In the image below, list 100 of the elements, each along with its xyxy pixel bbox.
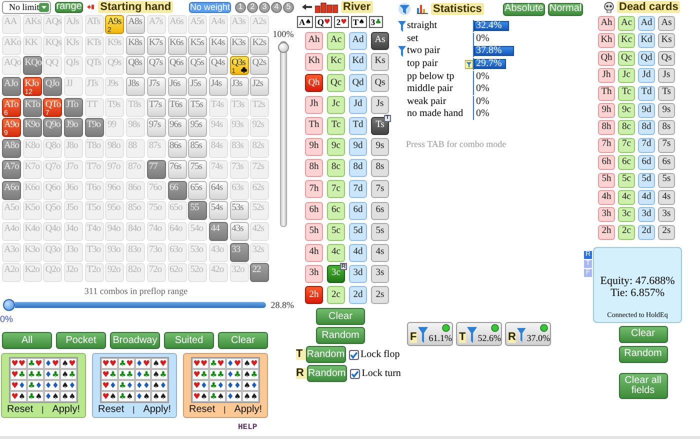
card-button[interactable]: Qd [349,74,367,92]
range-button[interactable]: All [2,332,52,350]
hand-cell[interactable]: K9o [22,118,42,138]
card-button[interactable]: Ac [618,16,635,31]
reset-link[interactable]: Reset [98,405,124,416]
dead-cards-button[interactable]: Clear all fields [618,372,668,399]
board-button[interactable]: Clear [316,308,365,326]
card-button[interactable]: 4h [305,244,323,262]
card-button[interactable]: Jd [638,68,655,84]
checkbox[interactable] [348,350,359,360]
card-button[interactable]: 9d [638,102,655,118]
card-button[interactable]: Kc [327,53,345,72]
suit-combo-cell[interactable]: ♠♣ [151,369,168,380]
hand-cell[interactable]: 77 [146,160,166,179]
weight-button[interactable]: 5 [283,2,294,12]
card-button[interactable]: 3s [371,265,389,284]
card-button[interactable]: 8h [598,120,615,136]
hand-cell[interactable]: 97s [146,118,166,138]
card-button[interactable]: 7s [371,180,389,198]
suit-combo-cell[interactable]: ♥♥ [10,358,27,370]
card-button[interactable]: 5s [371,222,389,241]
card-button[interactable]: Td [349,116,367,135]
card-button[interactable]: 2h [598,224,615,240]
hand-cell[interactable]: 22 [250,263,270,282]
street-filter-button[interactable]: R 37.0% [505,322,551,346]
card-button[interactable]: Jc [618,68,635,84]
card-button[interactable]: 5h [305,222,323,241]
hand-cell[interactable]: 96s [168,118,186,138]
hand-cell[interactable]: 64s [208,180,228,200]
dead-cards-button[interactable]: Clear [618,326,668,343]
card-button[interactable]: Qs [658,50,675,66]
card-button[interactable]: 2d [349,286,367,304]
hand-cell[interactable]: K7s [146,36,166,55]
suit-combo-cell[interactable]: ♥♥ [192,358,209,370]
slider-thumb[interactable] [278,42,289,53]
card-button[interactable]: 4s [371,244,389,262]
range-button[interactable]: range [55,2,83,12]
suit-combo-cell[interactable]: ♦♦ [226,380,242,392]
card-button[interactable]: Qd [638,50,655,66]
card-button[interactable]: 7d [349,180,367,198]
suit-combo-cell[interactable]: ♥♣ [192,369,209,380]
random-button[interactable]: Random [306,346,346,364]
card-button[interactable]: Kd [349,53,367,72]
suit-combo-cell[interactable]: ♦♥ [44,358,60,370]
mode-button[interactable]: Absolute [503,2,545,16]
card-button[interactable]: Ad [638,16,655,31]
dead-cards-button[interactable]: Random [618,346,668,363]
suit-combo-cell[interactable]: ♣♦ [118,380,134,392]
suit-combo-cell[interactable]: ♣♠ [118,391,134,402]
weight-button[interactable]: 3 [259,2,270,12]
hand-cell[interactable]: 54s [208,201,228,220]
hand-cell[interactable]: KTo [22,98,42,117]
hand-cell[interactable]: Q6s [168,56,186,76]
hand-cell[interactable]: K6s [168,36,186,55]
hand-cell[interactable]: 85s [188,139,208,158]
card-button[interactable]: 9d [349,138,367,156]
hand-cell[interactable]: A6o [2,180,21,200]
card-button[interactable]: As [658,16,675,31]
card-button[interactable]: 5d [349,222,367,241]
suit-combo-cell[interactable]: ♦♣ [44,369,60,380]
suit-combo-cell[interactable]: ♦♦ [134,380,152,392]
suit-combo-cell[interactable]: ♥♠ [10,391,27,402]
card-button[interactable]: 6s [371,202,389,220]
suit-combo-cell[interactable]: ♠♦ [151,380,168,392]
hand-cell[interactable]: K3s [230,36,249,55]
apply-link[interactable]: Apply! [234,405,262,416]
card-button[interactable]: Qh [598,50,615,66]
card-button[interactable]: 8c [327,159,345,178]
hand-cell[interactable]: 44 [208,222,228,241]
card-button[interactable]: 8c [618,120,635,136]
range-button[interactable]: Suited [164,332,214,350]
range-button[interactable]: Broadway [110,332,160,350]
suit-combo-cell[interactable]: ♣♣ [118,369,134,380]
hand-cell[interactable]: Q8s [126,56,146,76]
suit-combo-cell[interactable]: ♦♣ [226,369,242,380]
hand-cell[interactable]: 65s [188,180,208,200]
card-button[interactable]: 9h [305,138,323,156]
card-button[interactable]: Jh [305,96,323,114]
card-button[interactable]: Jh [598,68,615,84]
hand-cell[interactable]: 75s [188,160,208,179]
card-button[interactable]: Ks [658,33,675,48]
hand-cell[interactable]: QJo [43,77,62,96]
hand-cell[interactable]: J4s [208,77,228,96]
suit-combo-cell[interactable]: ♠♥ [60,358,77,370]
card-button[interactable]: Js [658,68,675,84]
suit-combo-cell[interactable]: ♠♠ [242,391,259,402]
hand-cell[interactable]: 43s [230,222,249,241]
card-button[interactable]: 9s [658,102,675,118]
suit-combo-cell[interactable]: ♣♠ [208,391,226,402]
card-button[interactable]: 4c [327,244,345,262]
card-button[interactable]: Kc [618,33,635,48]
range-button[interactable]: Clear [218,332,268,350]
suit-combo-cell[interactable]: ♦♠ [134,391,152,402]
hand-cell[interactable]: T6s [168,98,186,117]
suit-combo-cell[interactable]: ♣♦ [26,380,44,392]
hand-cell[interactable]: Q2s [250,56,270,76]
card-button[interactable]: Kd [638,33,655,48]
suit-combo-cell[interactable]: ♦♦ [44,380,60,392]
suit-combo-cell[interactable]: ♠♠ [151,391,168,402]
suit-combo-cell[interactable]: ♠♣ [60,369,77,380]
